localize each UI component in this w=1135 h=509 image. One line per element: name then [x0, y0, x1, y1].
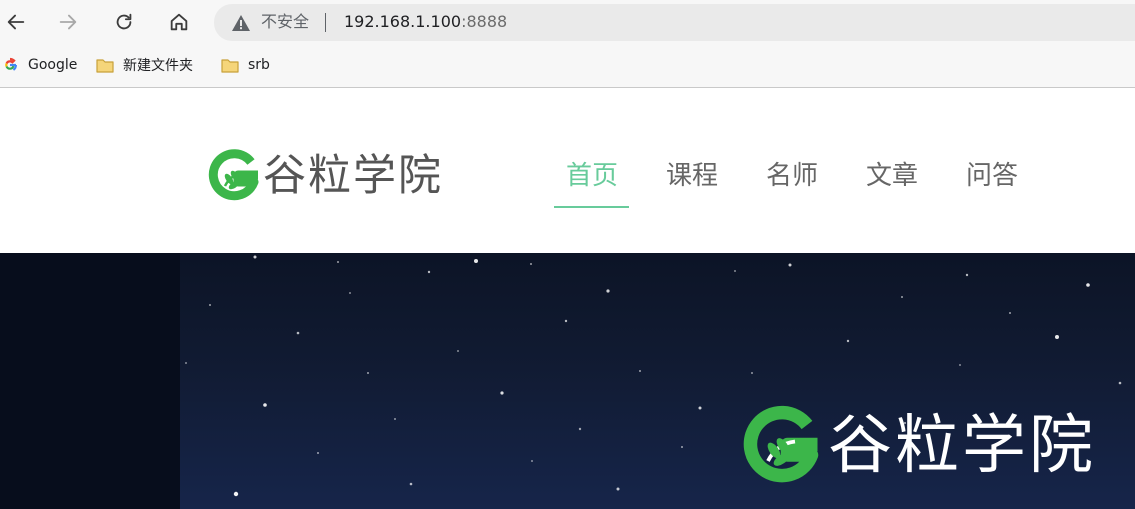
- url-port: :8888: [461, 12, 508, 31]
- bookmark-folder-srb[interactable]: srb: [220, 53, 270, 77]
- google-icon: [5, 57, 18, 71]
- url-host: 192.168.1.100: [344, 12, 462, 31]
- bookmark-folder-new[interactable]: 新建文件夹: [95, 53, 193, 77]
- nav-item-courses[interactable]: 课程: [666, 161, 718, 191]
- arrow-right-icon: [59, 14, 77, 30]
- nav-item-qa[interactable]: 问答: [966, 161, 1018, 191]
- site-logo-text: 谷粒学院: [263, 151, 443, 201]
- reload-button[interactable]: [108, 6, 140, 38]
- omnibox-divider: [325, 13, 326, 32]
- bookmark-label: 新建文件夹: [123, 58, 193, 74]
- reload-icon: [116, 13, 132, 30]
- folder-icon: [96, 59, 114, 73]
- security-status-label[interactable]: 不安全: [261, 12, 309, 32]
- hero-logo-text: 谷粒学院: [828, 409, 1096, 483]
- nav-item-home[interactable]: 首页: [566, 161, 618, 191]
- bookmark-google[interactable]: Google: [0, 53, 77, 77]
- nav-item-teachers[interactable]: 名师: [766, 161, 818, 191]
- site-logo[interactable]: 谷粒学院: [205, 148, 443, 204]
- back-button[interactable]: [0, 6, 32, 38]
- guli-logo-icon: [743, 405, 819, 483]
- arrow-left-icon: [7, 14, 25, 30]
- bookmarks-bar: Google 新建文件夹 srb: [0, 44, 1135, 88]
- url-text[interactable]: 192.168.1.100:8888: [344, 12, 507, 32]
- bookmark-label: srb: [248, 57, 270, 73]
- hero-banner[interactable]: 谷粒学院: [0, 253, 1135, 509]
- home-icon: [170, 13, 188, 31]
- home-button[interactable]: [163, 6, 195, 38]
- address-bar[interactable]: 不安全 192.168.1.100:8888: [214, 4, 1135, 41]
- guli-logo-icon: [208, 149, 259, 201]
- nav-item-articles[interactable]: 文章: [866, 161, 918, 191]
- warning-icon[interactable]: [231, 13, 251, 33]
- site-header: 谷粒学院 首页 课程 名师 文章 问答: [0, 88, 1135, 253]
- forward-button[interactable]: [52, 6, 84, 38]
- nav-active-indicator: [554, 206, 629, 208]
- bookmark-label: Google: [28, 57, 78, 73]
- hero-logo: 谷粒学院: [738, 401, 1096, 491]
- browser-toolbar: 不安全 192.168.1.100:8888: [0, 0, 1135, 44]
- folder-icon: [221, 59, 239, 73]
